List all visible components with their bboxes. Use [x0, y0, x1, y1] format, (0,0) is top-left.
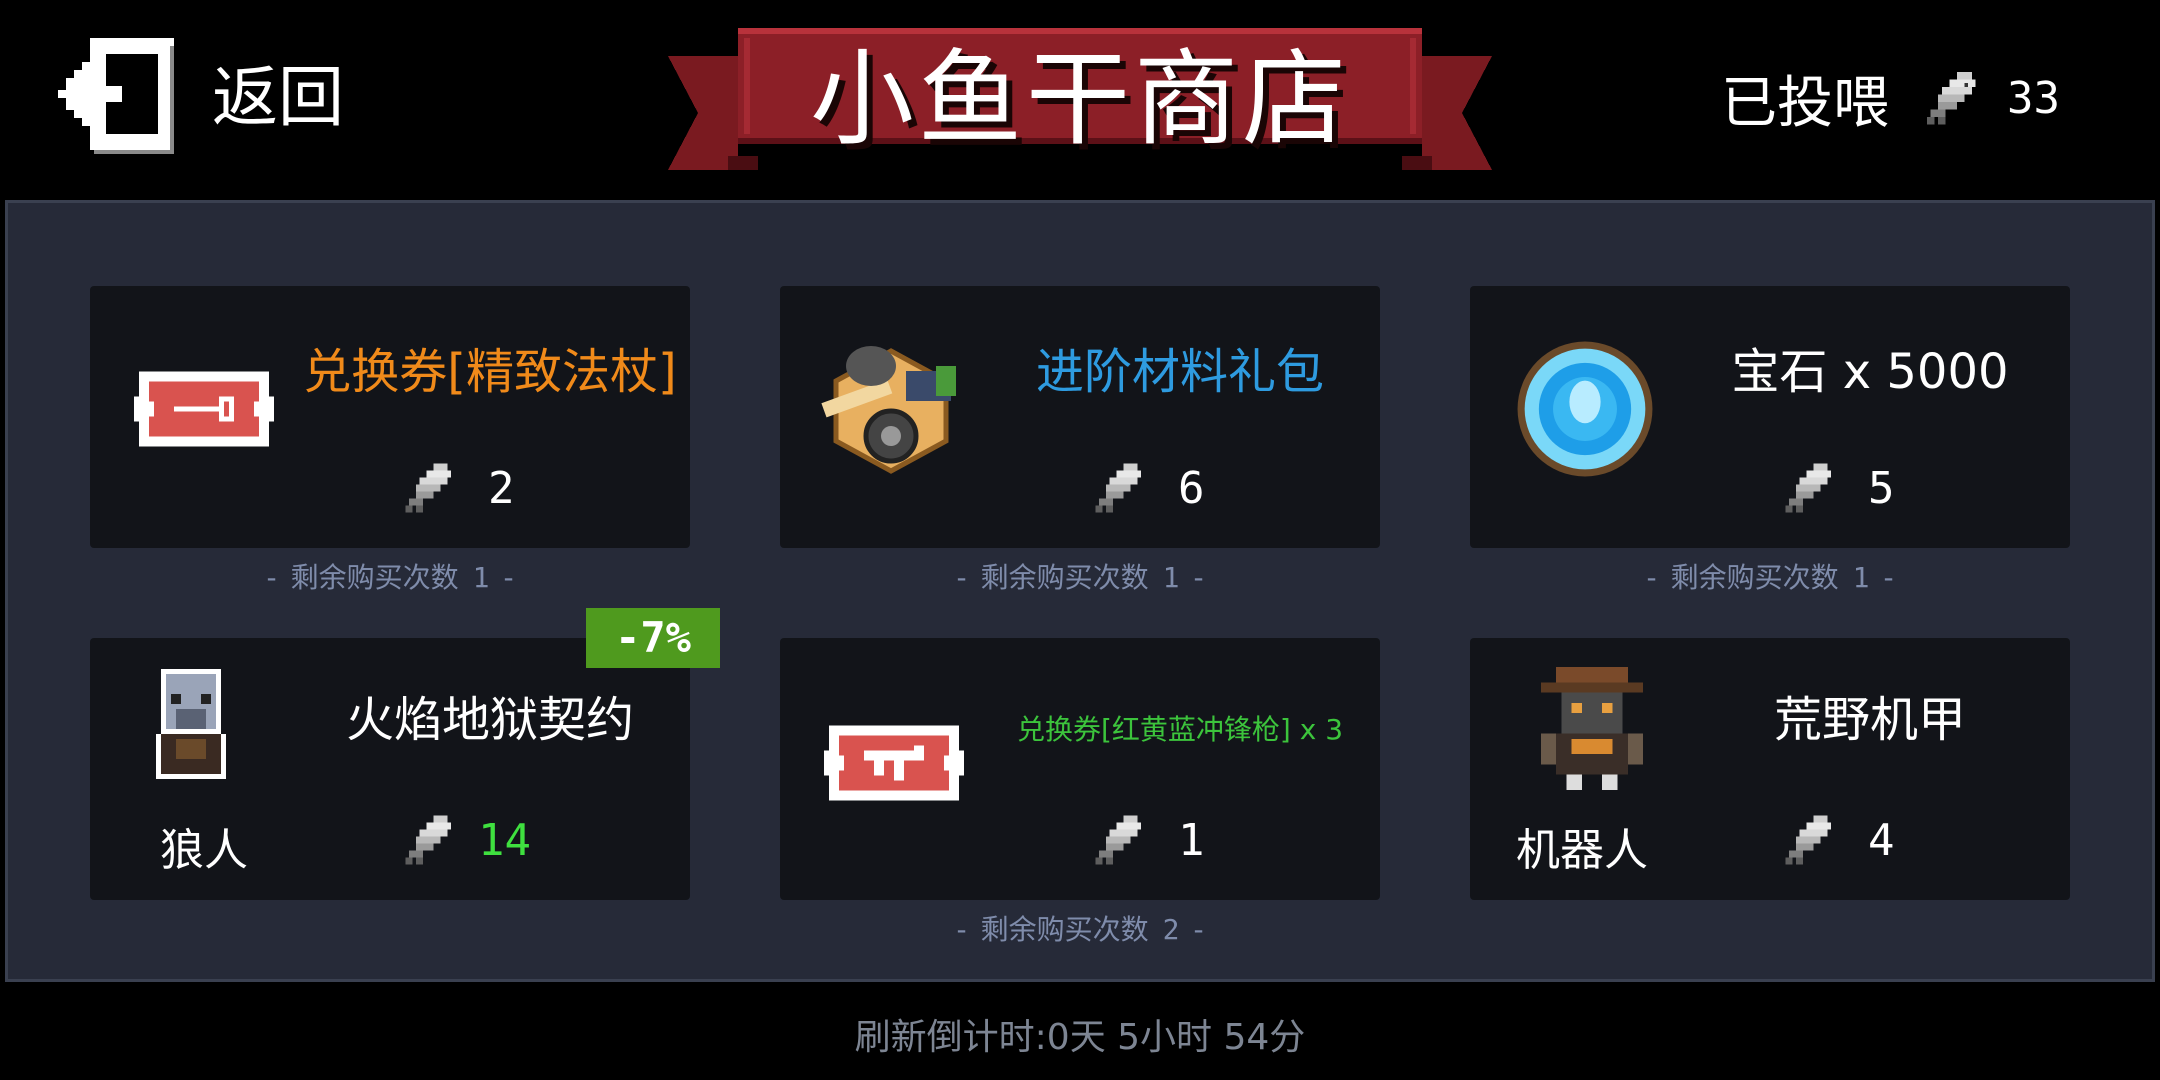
refresh-countdown: 刷新倒计时:0天 5小时 54分 [854, 1017, 1306, 1058]
remaining-count: 1 [1852, 561, 1870, 594]
remaining-count: 1 [1162, 561, 1180, 594]
werewolf-icon [156, 669, 226, 779]
item-title: 火焰地狱契约 [345, 692, 634, 748]
shop-item-werewolf-skin[interactable]: 火焰地狱契约 狼人 14 [90, 638, 690, 900]
price-value: 6 [1178, 462, 1205, 514]
remaining-purchases: - 剩余购买次数 1- [266, 561, 514, 594]
item-title: 兑换券[精致法杖] [303, 344, 677, 400]
remaining-label: 剩余购买次数 [980, 913, 1149, 946]
price-value: 5 [1868, 462, 1895, 514]
fish-icon [1095, 463, 1141, 513]
remaining-purchases: - 剩余购买次数 1- [956, 561, 1204, 594]
exit-icon [58, 38, 174, 154]
item-price: 6 [1092, 456, 1205, 520]
materials-pack-icon [821, 346, 956, 474]
remaining-purchases: - 剩余购买次数 1- [1646, 561, 1894, 594]
fish-icon [405, 815, 451, 865]
back-button[interactable]: 返回 [58, 38, 378, 156]
item-price: 2 [402, 456, 515, 520]
gem-icon [1517, 341, 1653, 477]
fish-icon [1785, 815, 1831, 865]
item-title: 荒野机甲 [1773, 692, 1966, 748]
fish-icon [1095, 815, 1141, 865]
price-value: 4 [1868, 814, 1895, 866]
fed-label: 已投喂 [1721, 70, 1890, 136]
shop-item-materials-pack[interactable]: 进阶材料礼包 6 [780, 286, 1380, 548]
remaining-label: 剩余购买次数 [290, 561, 459, 594]
item-price: 14 [402, 808, 531, 872]
remaining-label: 剩余购买次数 [980, 561, 1149, 594]
item-price: 4 [1782, 808, 1895, 872]
price-value: 2 [488, 462, 515, 514]
shop-item-staff-voucher[interactable]: 兑换券[精致法杖] 2 [90, 286, 690, 548]
character-name: 机器人 [1516, 825, 1648, 876]
shop-title: 小鱼干商店 [809, 38, 1350, 160]
smg-voucher-icon [824, 725, 964, 801]
remaining-label: 剩余购买次数 [1670, 561, 1839, 594]
shop-item-smg-voucher[interactable]: 兑换券[红黄蓝冲锋枪] x 3 1 [780, 638, 1380, 900]
price-value: 1 [1178, 814, 1205, 866]
item-title: 宝石 x 5000 [1731, 344, 2009, 400]
fed-counter: 已投喂 33 [1721, 58, 2060, 138]
staff-voucher-icon [134, 371, 274, 447]
character-name: 狼人 [160, 825, 248, 876]
shop-item-gems[interactable]: 宝石 x 5000 5 [1470, 286, 2070, 548]
remaining-count: 2 [1162, 913, 1180, 946]
fish-icon [405, 463, 451, 513]
fed-count: 33 [2007, 72, 2060, 124]
robot-icon [1540, 667, 1644, 790]
fish-icon [1926, 71, 1976, 125]
item-price: 1 [1092, 808, 1205, 872]
item-title: 进阶材料礼包 [1035, 344, 1324, 400]
item-price: 5 [1782, 456, 1895, 520]
back-label: 返回 [212, 59, 344, 136]
discount-badge: -7% [586, 608, 720, 668]
shop-item-robot-skin[interactable]: 荒野机甲 机器人 4 [1470, 638, 2070, 900]
price-value: 14 [478, 814, 531, 866]
remaining-count: 1 [472, 561, 490, 594]
shop-title-banner: 小鱼干商店 [668, 28, 1492, 178]
fish-icon [1785, 463, 1831, 513]
item-title: 兑换券[红黄蓝冲锋枪] x 3 [1016, 713, 1344, 746]
remaining-purchases: - 剩余购买次数 2- [956, 913, 1204, 946]
